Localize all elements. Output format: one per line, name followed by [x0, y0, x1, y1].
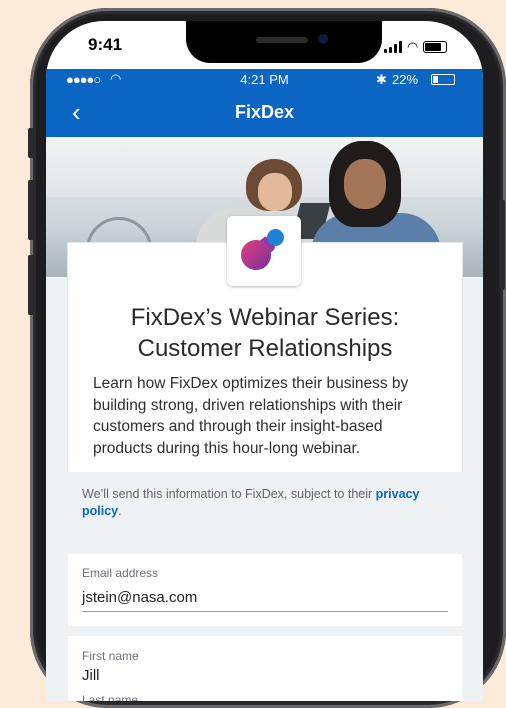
name-fields: First name Jill Last name — [68, 636, 462, 701]
disclaimer-end: . — [118, 504, 122, 518]
side-button — [28, 128, 34, 158]
wifi-icon: ◠ — [407, 39, 419, 54]
cellular-signal-icon — [384, 41, 402, 53]
battery-icon — [423, 41, 448, 53]
side-button — [28, 180, 34, 240]
disclaimer-text: We’ll send this information to FixDex, s… — [82, 486, 452, 520]
webinar-title-line: Customer Relationships — [137, 335, 393, 362]
app-status-bar: ●●●●○ ◠ 4:21 PM ✱ 22% — [46, 69, 483, 89]
front-camera — [318, 34, 328, 44]
logo-shape — [267, 229, 284, 246]
privacy-disclaimer: We’ll send this information to FixDex, s… — [68, 472, 462, 554]
email-field[interactable]: Email address jstein@nasa.com — [68, 554, 462, 626]
nav-title: FixDex — [234, 102, 295, 122]
side-button — [499, 200, 505, 290]
webinar-description: Learn how FixDex optimizes their busines… — [93, 375, 409, 457]
bluetooth-icon: ✱ — [376, 72, 387, 87]
hero-person-left-face — [258, 173, 292, 211]
ios-time: 9:41 — [88, 35, 123, 54]
disclaimer-body: We’ll send this information to FixDex, s… — [82, 487, 376, 501]
side-button — [28, 255, 34, 315]
hero-person-right-face — [344, 159, 386, 209]
email-underline — [82, 611, 448, 612]
last-name-label: Last name — [82, 693, 139, 701]
email-label: Email address — [82, 566, 159, 580]
phone-screen: 9:41 ◠ ●●●●○ ◠ 4:21 PM ✱ 22% ‹ FixDex Fi… — [46, 21, 483, 701]
battery-icon — [431, 74, 455, 85]
navigation-bar: ‹ FixDex — [46, 89, 483, 137]
webinar-title-line: FixDex’s Webinar Series: — [130, 304, 400, 331]
phone-notch — [186, 21, 382, 63]
logo-shape — [241, 240, 271, 270]
ios-status-icons: ◠ — [384, 39, 448, 55]
first-name-label: First name — [82, 649, 139, 663]
webinar-title: FixDex’s Webinar Series: Customer Relati… — [68, 302, 462, 364]
speaker — [256, 37, 308, 43]
section-divider — [46, 626, 483, 636]
first-name-value[interactable]: Jill — [82, 667, 100, 684]
battery-percent: 22% — [392, 72, 419, 87]
email-value[interactable]: jstein@nasa.com — [82, 589, 197, 606]
company-logo — [227, 216, 301, 286]
